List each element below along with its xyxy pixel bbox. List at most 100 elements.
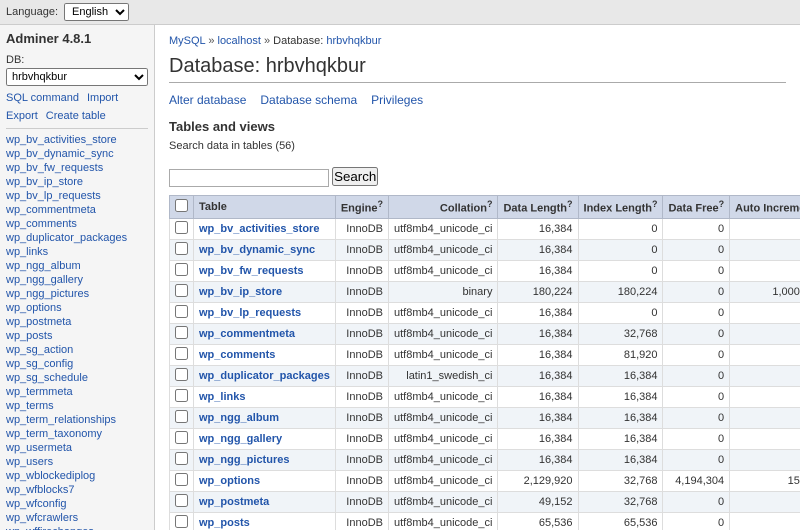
breadcrumb-localhost[interactable]: localhost [218, 35, 261, 47]
database-schema-link[interactable]: Database schema [260, 93, 357, 107]
breadcrumb-mysql[interactable]: MySQL [169, 35, 205, 47]
engine-cell: InnoDB [335, 345, 388, 366]
table-link[interactable]: wp_ngg_gallery [199, 433, 282, 445]
import-link[interactable]: Import [87, 92, 118, 104]
sidebar-table-wp_ngg_pictures[interactable]: wp_ngg_pictures [6, 287, 148, 301]
sidebar-table-wp_bv_fw_requests[interactable]: wp_bv_fw_requests [6, 161, 148, 175]
table-row: wp_ngg_pictures InnoDB utf8mb4_unicode_c… [170, 450, 800, 471]
row-checkbox[interactable] [175, 242, 188, 255]
row-checkbox[interactable] [175, 284, 188, 297]
alter-database-link[interactable]: Alter database [169, 93, 246, 107]
row-checkbox[interactable] [175, 368, 188, 381]
row-checkbox[interactable] [175, 305, 188, 318]
data-length-cell: 16,384 [498, 345, 578, 366]
privileges-link[interactable]: Privileges [371, 93, 423, 107]
sidebar-table-wp_ngg_album[interactable]: wp_ngg_album [6, 259, 148, 273]
table-link[interactable]: wp_options [199, 475, 260, 487]
row-checkbox[interactable] [175, 473, 188, 486]
row-checkbox[interactable] [175, 515, 188, 528]
sidebar-table-wp_wblockediplog[interactable]: wp_wblockediplog [6, 469, 148, 483]
row-checkbox[interactable] [175, 494, 188, 507]
row-checkbox[interactable] [175, 326, 188, 339]
sidebar-table-wp_bv_activities_store[interactable]: wp_bv_activities_store [6, 133, 148, 147]
sidebar-table-wp_bv_ip_store[interactable]: wp_bv_ip_store [6, 175, 148, 189]
engine-cell: InnoDB [335, 408, 388, 429]
row-checkbox-cell [170, 345, 194, 366]
sidebar-table-wp_sg_action[interactable]: wp_sg_action [6, 343, 148, 357]
data-free-cell: 0 [663, 513, 730, 530]
index-length-header[interactable]: Index Length? [578, 196, 663, 219]
auto-increment-cell: 1 [730, 408, 800, 429]
table-link[interactable]: wp_bv_activities_store [199, 223, 319, 235]
data-free-cell: 0 [663, 261, 730, 282]
data-length-header[interactable]: Data Length? [498, 196, 578, 219]
sidebar-table-wp_links[interactable]: wp_links [6, 245, 148, 259]
db-select[interactable]: hrbvhqkbur [6, 68, 148, 86]
sidebar-table-wp_posts[interactable]: wp_posts [6, 329, 148, 343]
sidebar-table-wp_usermeta[interactable]: wp_usermeta [6, 441, 148, 455]
row-checkbox[interactable] [175, 431, 188, 444]
table-link[interactable]: wp_links [199, 391, 245, 403]
sidebar-table-wp_term_taxonomy[interactable]: wp_term_taxonomy [6, 427, 148, 441]
row-checkbox-cell [170, 471, 194, 492]
create-table-link[interactable]: Create table [46, 110, 106, 122]
search-form: Search data in tables (56) Search [169, 140, 786, 187]
sidebar-table-wp_commentmeta[interactable]: wp_commentmeta [6, 203, 148, 217]
auto-increment-cell [730, 324, 800, 345]
table-link[interactable]: wp_duplicator_packages [199, 370, 330, 382]
row-checkbox[interactable] [175, 347, 188, 360]
table-link[interactable]: wp_posts [199, 517, 250, 529]
row-checkbox[interactable] [175, 221, 188, 234]
auto-increment-header[interactable]: Auto Increment? [730, 196, 800, 219]
sidebar-table-wp_bv_dynamic_sync[interactable]: wp_bv_dynamic_sync [6, 147, 148, 161]
sidebar-table-wp_bv_lp_requests[interactable]: wp_bv_lp_requests [6, 189, 148, 203]
table-name-header[interactable]: Table [194, 196, 336, 219]
data-free-header[interactable]: Data Free? [663, 196, 730, 219]
row-checkbox[interactable] [175, 410, 188, 423]
sidebar-table-wp_wffirechanges[interactable]: wp_wffirechanges [6, 525, 148, 530]
table-row: wp_links InnoDB utf8mb4_unicode_ci 16,38… [170, 387, 800, 408]
sidebar-table-wp_comments[interactable]: wp_comments [6, 217, 148, 231]
table-link[interactable]: wp_bv_lp_requests [199, 307, 301, 319]
sidebar-table-wp_duplicator_packages[interactable]: wp_duplicator_packages [6, 231, 148, 245]
adminer-version: Adminer 4.8.1 [6, 31, 148, 46]
index-length-cell: 16,384 [578, 429, 663, 450]
sidebar-table-wp_wfconfig[interactable]: wp_wfconfig [6, 497, 148, 511]
table-link[interactable]: wp_bv_fw_requests [199, 265, 304, 277]
sidebar-table-wp_sg_schedule[interactable]: wp_sg_schedule [6, 371, 148, 385]
table-link[interactable]: wp_bv_ip_store [199, 286, 282, 298]
sql-command-link[interactable]: SQL command [6, 92, 79, 104]
row-checkbox[interactable] [175, 263, 188, 276]
table-link[interactable]: wp_ngg_pictures [199, 454, 289, 466]
select-all-header [170, 196, 194, 219]
sidebar-table-wp_termmeta[interactable]: wp_termmeta [6, 385, 148, 399]
export-link[interactable]: Export [6, 110, 38, 122]
sidebar-table-wp_users[interactable]: wp_users [6, 455, 148, 469]
search-input[interactable] [169, 169, 329, 187]
table-row: wp_duplicator_packages InnoDB latin1_swe… [170, 366, 800, 387]
sidebar-table-wp_ngg_gallery[interactable]: wp_ngg_gallery [6, 273, 148, 287]
table-link[interactable]: wp_ngg_album [199, 412, 279, 424]
row-checkbox[interactable] [175, 389, 188, 402]
sidebar-table-wp_term_relationships[interactable]: wp_term_relationships [6, 413, 148, 427]
sidebar-table-wp_postmeta[interactable]: wp_postmeta [6, 315, 148, 329]
language-select[interactable]: English [64, 3, 129, 21]
sidebar-table-wp_wfblocks7[interactable]: wp_wfblocks7 [6, 483, 148, 497]
sidebar-table-wp_sg_config[interactable]: wp_sg_config [6, 357, 148, 371]
row-checkbox[interactable] [175, 452, 188, 465]
sidebar-table-wp_terms[interactable]: wp_terms [6, 399, 148, 413]
index-length-cell: 32,768 [578, 324, 663, 345]
breadcrumb-db-name[interactable]: hrbvhqkbur [326, 35, 381, 47]
collation-header[interactable]: Collation? [389, 196, 498, 219]
sidebar-table-wp_wfcrawlers[interactable]: wp_wfcrawlers [6, 511, 148, 525]
table-link[interactable]: wp_postmeta [199, 496, 269, 508]
data-length-cell: 16,384 [498, 387, 578, 408]
data-free-cell: 0 [663, 450, 730, 471]
search-button[interactable]: Search [332, 167, 378, 186]
table-link[interactable]: wp_commentmeta [199, 328, 295, 340]
sidebar-table-wp_options[interactable]: wp_options [6, 301, 148, 315]
engine-header[interactable]: Engine? [335, 196, 388, 219]
table-link[interactable]: wp_bv_dynamic_sync [199, 244, 315, 256]
select-all-checkbox[interactable] [175, 199, 188, 212]
table-link[interactable]: wp_comments [199, 349, 275, 361]
